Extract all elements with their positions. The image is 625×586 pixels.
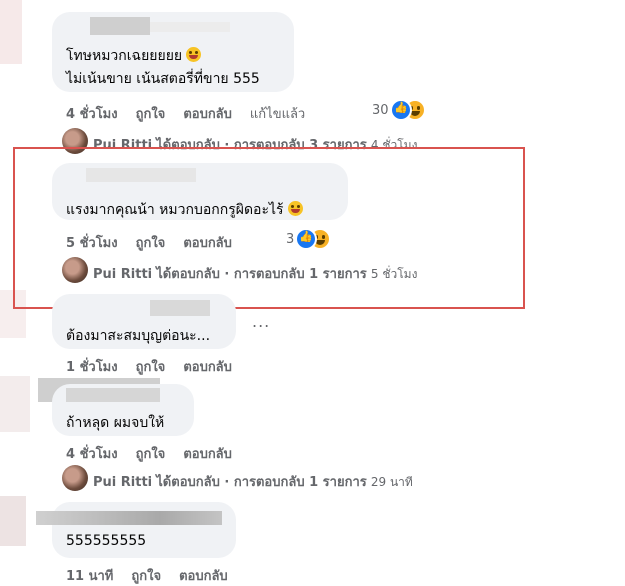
avatar[interactable] — [62, 257, 88, 283]
reply-button[interactable]: ตอบกลับ — [183, 107, 232, 122]
comment-actions: 5 ชั่วโมง ถูกใจ ตอบกลับ — [66, 232, 250, 253]
comment-actions: 4 ชั่วโมง ถูกใจ ตอบกลับ แก้ไขแล้ว — [66, 103, 323, 124]
blurred-author-name — [36, 511, 222, 525]
reaction-icons[interactable] — [390, 99, 426, 121]
view-replies-link[interactable]: Pui Ritti ได้ตอบกลับ · การตอบกลับ 1 รายก… — [93, 263, 417, 284]
timestamp-link[interactable]: 4 ชั่วโมง — [66, 107, 118, 122]
like-button[interactable]: ถูกใจ — [136, 360, 166, 375]
comment-text-line: แรงมากคุณน้า หมวกบอกกรูผิดอะไร้ — [66, 199, 303, 221]
comment-actions: 4 ชั่วโมง ถูกใจ ตอบกลับ — [66, 443, 250, 464]
reply-button[interactable]: ตอบกลับ — [183, 236, 232, 251]
like-reaction-icon — [295, 228, 317, 250]
like-button[interactable]: ถูกใจ — [136, 107, 166, 122]
comment-actions: 1 ชั่วโมง ถูกใจ ตอบกลับ — [66, 356, 250, 377]
blurred-avatar-edge — [0, 0, 22, 64]
view-replies-link[interactable]: Pui Ritti ได้ตอบกลับ · การตอบกลับ 1 รายก… — [93, 471, 413, 492]
reaction-count[interactable]: 3 — [286, 232, 294, 247]
timestamp-link[interactable]: 4 ชั่วโมง — [66, 447, 118, 462]
comment-text-line: ถ้าหลุด ผมจบให้ — [66, 415, 165, 431]
reply-button[interactable]: ตอบกลับ — [183, 360, 232, 375]
blurred-avatar-edge — [0, 376, 30, 432]
comment-text-line: โทษหมวกเฉยยยยย — [66, 45, 202, 67]
reply-button[interactable]: ตอบกลับ — [183, 447, 232, 462]
blurred-author-name — [150, 22, 230, 32]
blurred-author-name — [90, 17, 150, 35]
like-button[interactable]: ถูกใจ — [136, 236, 166, 251]
timestamp-link[interactable]: 5 ชั่วโมง — [66, 236, 118, 251]
like-reaction-icon — [390, 99, 412, 121]
like-button[interactable]: ถูกใจ — [136, 447, 166, 462]
blurred-author-name — [66, 388, 160, 402]
grin-emoji-icon — [186, 47, 202, 62]
comment-text-line: 555555555 — [66, 533, 147, 549]
reaction-count[interactable]: 30 — [372, 103, 389, 118]
comment-actions: 11 นาที ถูกใจ ตอบกลับ — [66, 565, 246, 586]
reaction-icons[interactable] — [295, 228, 331, 250]
blurred-author-name — [86, 168, 196, 182]
timestamp-link[interactable]: 1 ชั่วโมง — [66, 360, 118, 375]
avatar[interactable] — [62, 465, 88, 491]
grin-emoji-icon — [287, 201, 303, 216]
comment-text-line: ไม่เน้นขาย เน้นสตอรี่ที่ขาย 555 — [66, 71, 260, 87]
edited-label: แก้ไขแล้ว — [249, 107, 306, 122]
blurred-avatar-edge — [0, 496, 26, 546]
comment-text-line: ต้องมาสะสมบุญต่อนะ... — [66, 328, 211, 344]
more-options-button[interactable]: ... — [252, 312, 270, 331]
blurred-author-name — [150, 300, 210, 316]
